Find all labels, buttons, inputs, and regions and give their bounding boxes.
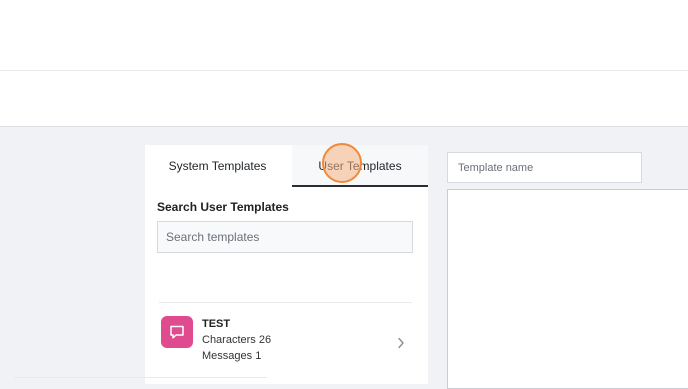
template-title: TEST bbox=[202, 318, 231, 330]
template-editor[interactable] bbox=[447, 189, 688, 389]
list-divider-bottom bbox=[14, 377, 267, 378]
template-tabs: System Templates User Templates bbox=[145, 145, 428, 187]
search-label: Search User Templates bbox=[157, 200, 289, 214]
templates-panel: System Templates User Templates Search U… bbox=[145, 145, 428, 384]
search-input[interactable] bbox=[157, 221, 413, 253]
template-messages: Messages 1 bbox=[202, 350, 262, 362]
chat-bubble-icon bbox=[161, 316, 193, 348]
template-name-input[interactable] bbox=[447, 152, 642, 183]
tab-user-templates[interactable]: User Templates bbox=[292, 145, 428, 187]
tab-system-templates[interactable]: System Templates bbox=[145, 145, 290, 185]
top-bar bbox=[0, 0, 688, 71]
toolbar-bar bbox=[0, 71, 688, 127]
template-characters: Characters 26 bbox=[202, 334, 272, 346]
chevron-right-icon bbox=[397, 336, 405, 354]
list-item-template[interactable]: TEST Characters 26 Messages 1 bbox=[159, 310, 412, 374]
list-divider bbox=[159, 302, 412, 303]
